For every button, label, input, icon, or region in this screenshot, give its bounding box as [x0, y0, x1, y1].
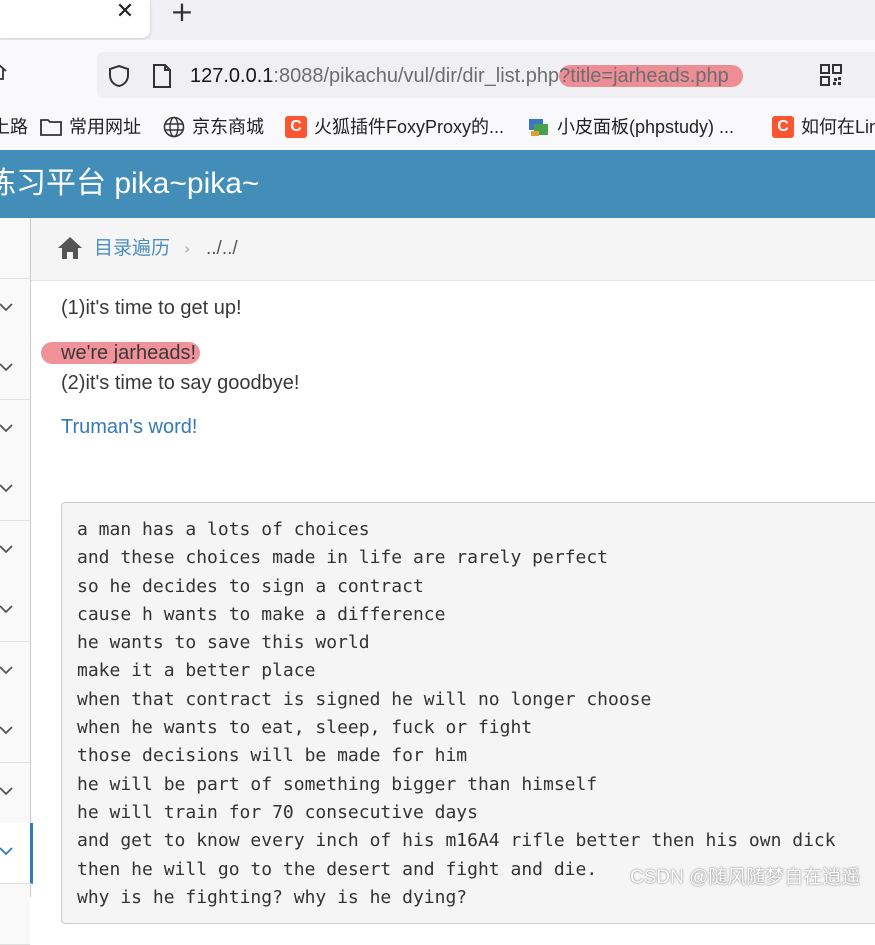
page-info-icon[interactable]: [152, 64, 172, 88]
chevron-down-icon: [0, 424, 13, 433]
sidebar-item[interactable]: [0, 702, 30, 763]
shield-icon[interactable]: [107, 64, 131, 88]
trumans-word-link[interactable]: Truman's word!: [61, 412, 197, 442]
breadcrumb-separator: ›: [184, 239, 191, 258]
poem-line: when he wants to eat, sleep, fuck or fig…: [77, 717, 533, 739]
chevron-down-icon: [0, 847, 13, 856]
bookmark-item-common-sites[interactable]: 常用网址: [69, 114, 141, 140]
highlighted-line: we're jarheads!: [41, 338, 200, 368]
phpstudy-icon: [529, 119, 548, 136]
poem-line: a man has a lots of choices: [77, 519, 370, 540]
watermark: CSDN @随风随梦自在逍遥: [630, 867, 861, 888]
close-tab-icon[interactable]: ✕: [112, 0, 138, 26]
chevron-down-icon: [0, 484, 13, 493]
chevron-down-icon: [0, 605, 13, 614]
bookmark-label: 常用网址: [69, 117, 141, 137]
sidebar-item[interactable]: [0, 279, 30, 340]
sidebar-item[interactable]: [0, 581, 30, 642]
url-query-highlighted: ?title=jarheads.php: [559, 65, 743, 87]
url-host: 127.0.0.1: [190, 65, 274, 87]
qr-code-icon[interactable]: [820, 64, 842, 86]
csdn-icon: C: [285, 116, 307, 138]
sidebar-item[interactable]: [0, 339, 30, 400]
url-text[interactable]: 127.0.0.1:8088/pikachu/vul/dir/dir_list.…: [190, 61, 743, 91]
sidebar-item[interactable]: [0, 763, 30, 824]
sidebar-item[interactable]: [0, 521, 30, 582]
chevron-down-icon: [0, 545, 13, 554]
csdn-icon: C: [772, 116, 794, 138]
content-line-1: (1)it's time to get up!: [61, 297, 242, 319]
sidebar-item[interactable]: [0, 884, 30, 945]
home-icon[interactable]: [57, 236, 83, 260]
sidebar-item[interactable]: [0, 642, 30, 703]
bookmark-label: 小皮面板(phpstudy) ...: [557, 117, 735, 137]
sidebar-item[interactable]: [0, 218, 30, 279]
bookmark-item-cut-off[interactable]: 上路: [0, 114, 28, 140]
chevron-down-icon: [0, 363, 13, 372]
bookmark-label: 京东商城: [192, 117, 264, 137]
highlighted-text: we're jarheads!: [41, 342, 200, 364]
app-title[interactable]: 练习平台 pika~pika~: [0, 162, 259, 206]
chevron-down-icon: [0, 303, 13, 312]
chevron-down-icon: [0, 666, 13, 675]
poem-line: he will train for 70 consecutive days: [77, 801, 478, 823]
globe-icon: [163, 116, 185, 138]
bookmark-label: 火狐插件FoxyProxy的...: [314, 117, 505, 137]
home-icon[interactable]: [0, 62, 8, 82]
poem-line: cause h wants to make a difference: [77, 603, 446, 625]
sidebar: [0, 218, 33, 945]
poem-line: he will be part of something bigger than…: [77, 773, 598, 795]
poem-line: when that contract is signed he will no …: [77, 688, 652, 710]
poem-line: those decisions will be made for him: [77, 745, 468, 767]
chevron-down-icon: [0, 787, 13, 796]
poem-text: a man has a lots of choices and these ch…: [77, 516, 867, 912]
poem-line: so he decides to sign a contract: [77, 575, 424, 597]
url-path: :8088/pikachu/vul/dir/dir_list.php: [273, 65, 560, 87]
chevron-down-icon: [0, 726, 13, 735]
poem-line: make it a better place: [77, 660, 316, 682]
sidebar-item[interactable]: [0, 400, 30, 461]
sidebar-item-active[interactable]: [0, 823, 33, 884]
bookmark-item-phpstudy[interactable]: 小皮面板(phpstudy) ...: [557, 114, 734, 140]
content-line-2: (2)it's time to say goodbye!: [61, 372, 300, 394]
poem-line: he wants to save this world: [77, 632, 370, 654]
sidebar-item[interactable]: [0, 460, 30, 521]
bookmark-label: 如何在Lin: [801, 117, 875, 137]
bookmark-item-foxyproxy[interactable]: 火狐插件FoxyProxy的...: [314, 114, 504, 140]
poem-line: and get to know every inch of his m16A4 …: [77, 830, 836, 852]
bookmark-label: 上路: [0, 117, 28, 137]
poem-line: and these choices made in life are rarel…: [77, 547, 609, 569]
bookmark-item-jd[interactable]: 京东商城: [192, 114, 264, 140]
breadcrumb-current: ../../: [206, 238, 238, 259]
breadcrumb-link[interactable]: 目录遍历: [94, 235, 170, 263]
browser-tab[interactable]: ✕: [0, 0, 150, 38]
bookmark-item-how-to-linux[interactable]: 如何在Lin: [801, 114, 875, 140]
new-tab-icon[interactable]: +: [168, 0, 196, 28]
folder-icon: [40, 119, 62, 136]
